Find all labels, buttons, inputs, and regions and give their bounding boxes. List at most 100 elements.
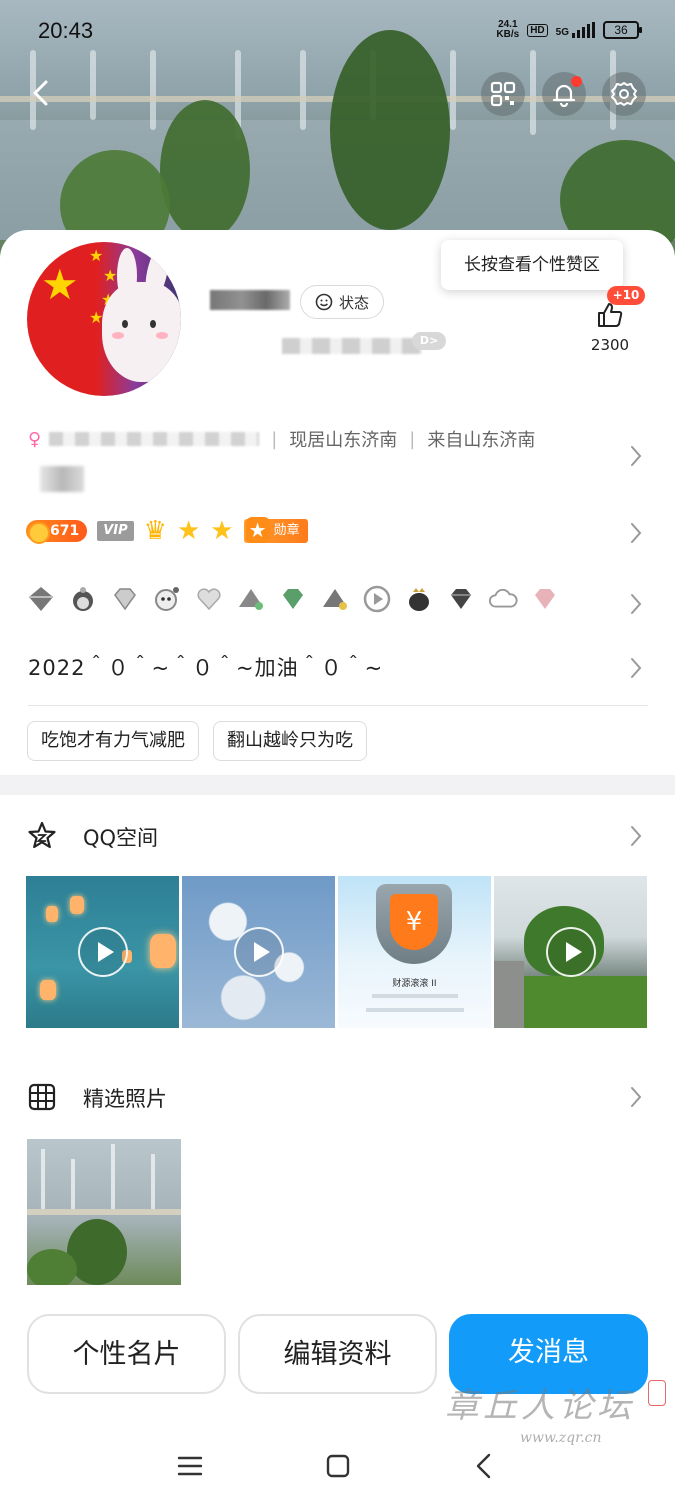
qzone-video-thumbnail[interactable]	[494, 876, 647, 1028]
back-arrow-icon	[33, 80, 48, 106]
flag-star-icon: ★	[41, 260, 79, 309]
residence-text: 现居山东济南	[289, 430, 398, 451]
shield-badge-icon: ¥	[376, 884, 452, 964]
flag-star-icon: ★	[103, 266, 118, 285]
chevron-right-icon	[631, 594, 642, 614]
id-badge-icon: D>	[412, 332, 446, 350]
play-icon	[362, 584, 392, 614]
separator: |	[409, 428, 416, 450]
thumbnail-caption: 财源滚滚 II	[392, 979, 437, 989]
like-count: 2300	[590, 336, 630, 354]
notification-dot	[571, 76, 582, 87]
chevron-right-icon	[631, 1087, 642, 1107]
system-back-button[interactable]	[464, 1446, 504, 1486]
play-icon	[233, 927, 284, 977]
chevron-right-icon	[631, 523, 642, 543]
home-button[interactable]	[318, 1446, 358, 1486]
profile-card-button[interactable]: 个性名片	[27, 1314, 226, 1394]
cover-fountain	[530, 50, 536, 135]
gem-icon	[110, 584, 140, 614]
site-watermark: 章丘人论坛	[445, 1386, 635, 1426]
grid-icon	[28, 1083, 56, 1111]
status-button[interactable]: 状态	[300, 285, 384, 319]
mountain-icon	[320, 584, 350, 614]
qzone-title: QQ空间	[83, 826, 159, 850]
photos-title: 精选照片	[83, 1087, 167, 1111]
vip-icons-list	[26, 584, 560, 614]
signal-bars-icon	[572, 22, 595, 38]
section-divider	[0, 775, 675, 795]
smile-icon	[315, 293, 333, 311]
pink-gem-icon	[530, 584, 560, 614]
menu-lines-icon	[177, 1456, 203, 1476]
watermark-seal-icon	[648, 1380, 666, 1406]
female-icon: ♀	[28, 428, 42, 450]
qzone-video-thumbnail[interactable]	[182, 876, 335, 1028]
play-icon	[77, 927, 128, 977]
battery-icon: 36	[603, 21, 642, 39]
crown-icon: ♛	[143, 516, 167, 546]
photos-section-header[interactable]: 精选照片	[0, 1072, 675, 1122]
back-button[interactable]	[26, 78, 56, 108]
chevron-right-icon	[631, 658, 642, 678]
cover-fountain	[450, 50, 456, 130]
heart-icon	[194, 584, 224, 614]
settings-button[interactable]	[602, 72, 646, 116]
signal-type: 5G	[555, 27, 569, 38]
qzone-star-icon	[28, 821, 56, 849]
star-level-icon: ★	[176, 516, 201, 546]
notification-button[interactable]	[542, 72, 586, 116]
cloud-icon	[488, 584, 518, 614]
badges-list: 671 VIP ♛ ★ ★ 勋章	[26, 516, 308, 546]
system-nav-bar	[0, 1430, 675, 1500]
cover-tree	[160, 100, 250, 240]
qzone-section-header[interactable]: QQ空间	[0, 810, 675, 862]
vip-badge: VIP	[97, 521, 134, 541]
qzone-video-thumbnail[interactable]	[26, 876, 179, 1028]
interest-tag[interactable]: 吃饱才有力气减肥	[27, 721, 199, 761]
qr-code-icon	[490, 81, 516, 107]
gear-icon	[611, 82, 637, 106]
hd-icon: HD	[527, 23, 548, 37]
cover-fountain	[150, 50, 156, 130]
hometown-text: 来自山东济南	[427, 430, 536, 451]
flag-star-icon: ★	[89, 246, 104, 265]
interest-tags: 吃饱才有力气减肥 翻山越岭只为吃	[27, 721, 367, 761]
qq-id-redacted	[282, 338, 422, 354]
back-arrow-icon	[476, 1453, 491, 1479]
signal-icon: 5G	[556, 22, 595, 38]
star-level-icon: ★	[210, 516, 234, 546]
avatar[interactable]: ★ ★ ★ ★ ★	[27, 242, 181, 396]
qzone-post-thumbnail[interactable]: ¥ 财源滚滚 II	[338, 876, 491, 1028]
basic-info-line: ♀ | 现居山东济南 | 来自山东济南	[28, 426, 535, 452]
mountain-icon	[236, 584, 266, 614]
divider	[28, 705, 648, 706]
nickname-redacted	[210, 290, 290, 310]
info-redacted	[40, 466, 84, 492]
diamond-icon	[26, 584, 56, 614]
recents-button[interactable]	[170, 1446, 210, 1486]
status-label: 状态	[338, 293, 369, 312]
status-bar: 20:43 24.1 KB/s HD 5G 36	[0, 0, 675, 62]
crowned-penguin-icon	[404, 584, 434, 614]
qr-code-button[interactable]	[481, 72, 525, 116]
face-icon	[152, 584, 182, 614]
green-gem-icon	[278, 584, 308, 614]
penguin-icon	[68, 584, 98, 614]
medal-badge: 勋章	[243, 517, 308, 543]
rabbit-figure	[102, 282, 181, 382]
network-speed: 24.1 KB/s	[496, 20, 519, 40]
chevron-right-icon	[631, 446, 642, 466]
square-home-icon	[326, 1454, 350, 1478]
status-icons: 24.1 KB/s HD 5G 36	[496, 20, 642, 40]
chevron-right-icon	[631, 826, 642, 846]
featured-photo[interactable]	[27, 1139, 181, 1285]
interest-tag[interactable]: 翻山越岭只为吃	[213, 721, 367, 761]
separator: |	[271, 428, 278, 450]
info-redacted	[49, 432, 260, 446]
signature-text: 2022＾０＾~＾０＾~加油＾０＾~	[28, 656, 384, 680]
edit-profile-button[interactable]: 编辑资料	[238, 1314, 437, 1394]
like-increment-badge: +10	[607, 286, 645, 305]
play-icon	[545, 927, 596, 977]
black-diamond-icon	[446, 584, 476, 614]
